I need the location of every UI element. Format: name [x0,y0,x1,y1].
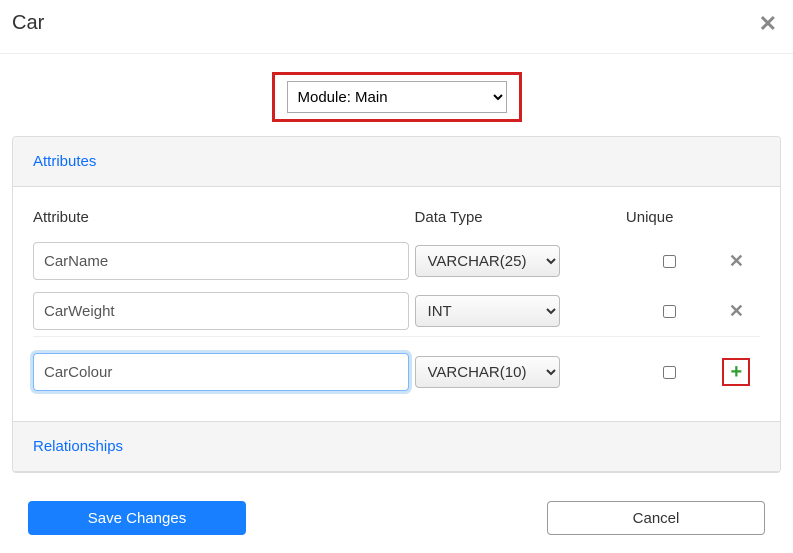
attribute-name-input[interactable] [33,242,409,280]
new-row: VARCHAR(10) + [33,337,760,398]
add-row-highlight: + [722,358,750,386]
new-datatype-select[interactable]: VARCHAR(10) [415,356,560,388]
datatype-select[interactable]: VARCHAR(25) [415,245,560,277]
dialog-title: Car [12,12,44,35]
datatype-select[interactable]: INT [415,295,560,327]
module-highlight: Module: Main [272,72,522,122]
col-attribute: Attribute [33,201,415,236]
module-select[interactable]: Module: Main [287,81,507,113]
attributes-table: Attribute Data Type Unique VARCHAR(25) [33,201,760,397]
delete-row-icon[interactable]: ✕ [729,302,744,320]
new-attribute-name-input[interactable] [33,353,409,391]
table-row: VARCHAR(25) ✕ [33,236,760,286]
col-datatype: Data Type [415,201,626,236]
cancel-button[interactable]: Cancel [547,501,765,535]
new-unique-checkbox[interactable] [663,366,676,379]
tab-relationships[interactable]: Relationships [13,421,780,472]
settings-panel: Attributes Attribute Data Type Unique [12,136,781,473]
attribute-name-input[interactable] [33,292,409,330]
attributes-body: Attribute Data Type Unique VARCHAR(25) [13,187,780,421]
tab-attributes[interactable]: Attributes [13,137,780,187]
module-row: Module: Main [12,72,781,122]
dialog-body: Module: Main Attributes Attribute Data T… [0,54,793,473]
table-row: INT ✕ [33,286,760,337]
delete-row-icon[interactable]: ✕ [729,252,744,270]
close-icon[interactable]: ✕ [759,13,777,35]
save-button[interactable]: Save Changes [28,501,246,535]
unique-checkbox[interactable] [663,305,676,318]
dialog-header: Car ✕ [0,0,793,54]
unique-checkbox[interactable] [663,255,676,268]
add-row-icon[interactable]: + [731,362,743,382]
dialog-footer: Save Changes Cancel [0,473,793,545]
col-unique: Unique [626,201,719,236]
